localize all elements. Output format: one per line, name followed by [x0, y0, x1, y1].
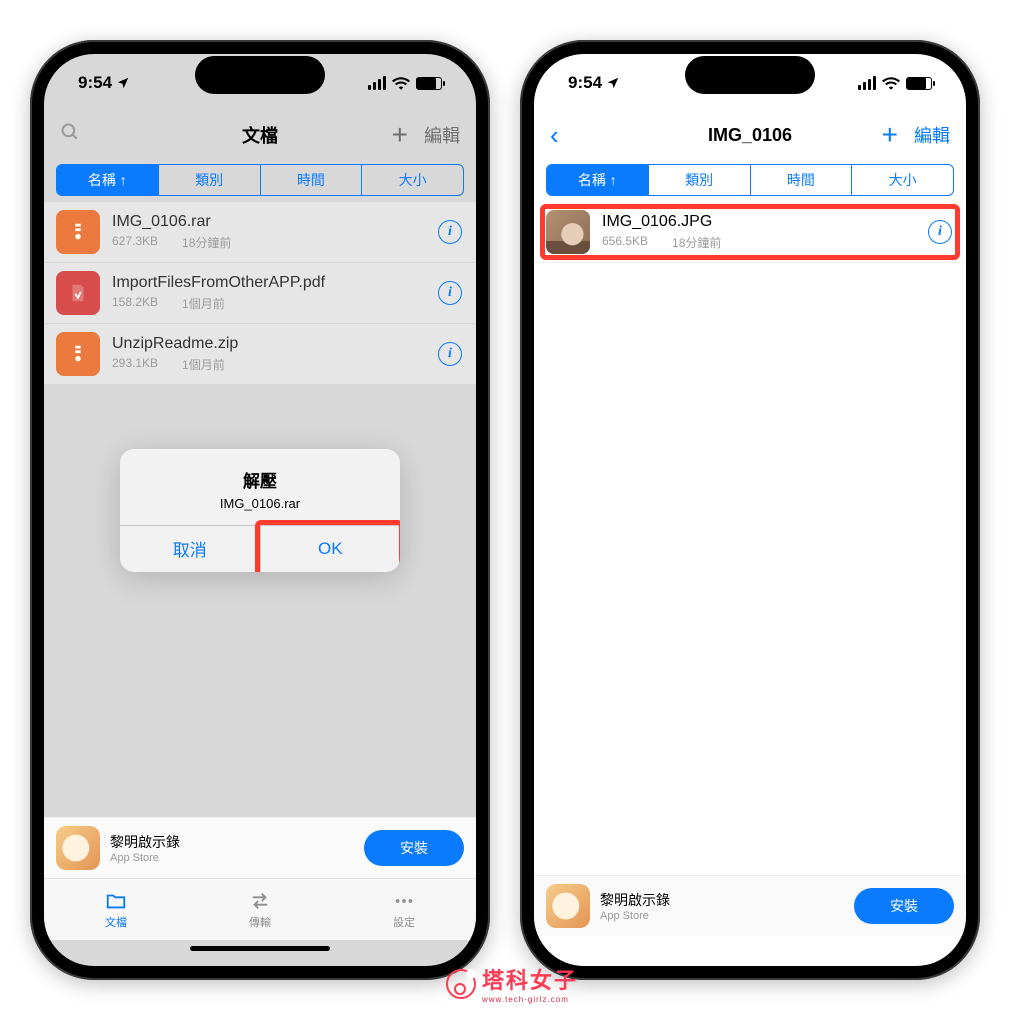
ad-banner[interactable]: 黎明啟示錄 App Store 安裝: [534, 875, 966, 936]
image-icon: [546, 210, 590, 254]
ad-thumb: [56, 826, 100, 870]
alert-ok-button[interactable]: OK: [261, 526, 401, 572]
file-when: 1個月前: [182, 356, 225, 373]
watermark: 塔科女子 www.tech-girlz.com: [446, 963, 578, 1004]
ad-sub: App Store: [110, 852, 354, 864]
tab-transfer[interactable]: 傳輸: [188, 879, 332, 940]
info-icon[interactable]: i: [438, 342, 462, 366]
ad-install-button[interactable]: 安裝: [364, 830, 464, 866]
file-size: 627.3KB: [112, 234, 158, 251]
alert-title: 解壓: [136, 467, 384, 492]
file-size: 158.2KB: [112, 295, 158, 312]
file-when: 18分鐘前: [672, 234, 721, 251]
watermark-sub: www.tech-girlz.com: [482, 995, 578, 1004]
watermark-icon: [446, 969, 476, 999]
status-right: [858, 76, 932, 90]
file-name: ImportFilesFromOtherAPP.pdf: [112, 274, 426, 292]
file-list: IMG_0106.JPG 656.5KB 18分鐘前 i: [534, 196, 966, 263]
info-icon[interactable]: i: [928, 220, 952, 244]
screen-right: 9:54 ‹ IMG_0106 + 編輯: [534, 54, 966, 966]
phone-right: 9:54 ‹ IMG_0106 + 編輯: [520, 40, 980, 980]
file-list: IMG_0106.rar 627.3KB 18分鐘前 i ImportFilesF…: [44, 196, 476, 385]
wifi-icon: [392, 76, 410, 90]
archive-icon: [56, 210, 100, 254]
file-when: 1個月前: [182, 295, 225, 312]
alert: 解壓 IMG_0106.rar 取消 OK: [120, 449, 400, 572]
seg-time[interactable]: 時間: [261, 165, 363, 195]
alert-cancel-button[interactable]: 取消: [120, 526, 261, 572]
add-button[interactable]: +: [882, 127, 898, 144]
seg-kind[interactable]: 類別: [159, 165, 261, 195]
location-icon: [116, 76, 130, 90]
status-time: 9:54: [568, 73, 602, 93]
notch: [685, 56, 815, 94]
notch: [195, 56, 325, 94]
file-row[interactable]: UnzipReadme.zip 293.1KB 1個月前 i: [44, 324, 476, 385]
edit-button[interactable]: 編輯: [914, 122, 950, 148]
search-icon[interactable]: [60, 122, 80, 148]
watermark-text: 塔科女子: [482, 968, 578, 993]
ad-sub: App Store: [600, 910, 844, 922]
tab-label: 設定: [393, 914, 415, 930]
file-row[interactable]: IMG_0106.rar 627.3KB 18分鐘前 i: [44, 202, 476, 263]
nav-bar: 文檔 + 編輯: [44, 112, 476, 158]
home-indicator[interactable]: [44, 940, 476, 966]
ad-thumb: [546, 884, 590, 928]
add-button[interactable]: +: [392, 127, 408, 144]
cellular-icon: [368, 76, 386, 90]
phone-left: 9:54 文檔 + 編輯: [30, 40, 490, 980]
cellular-icon: [858, 76, 876, 90]
seg-name[interactable]: 名稱 ↑: [547, 165, 649, 195]
alert-message: IMG_0106.rar: [136, 496, 384, 511]
tab-label: 文檔: [105, 914, 127, 930]
alert-ok-label: OK: [318, 539, 343, 559]
file-row[interactable]: IMG_0106.JPG 656.5KB 18分鐘前 i: [534, 202, 966, 263]
ad-title: 黎明啟示錄: [110, 832, 354, 852]
file-name: IMG_0106.rar: [112, 213, 426, 231]
file-size: 293.1KB: [112, 356, 158, 373]
info-icon[interactable]: i: [438, 281, 462, 305]
pdf-icon: [56, 271, 100, 315]
file-name: UnzipReadme.zip: [112, 335, 426, 353]
seg-name[interactable]: 名稱 ↑: [57, 165, 159, 195]
battery-icon: [416, 77, 442, 90]
wifi-icon: [882, 76, 900, 90]
status-right: [368, 76, 442, 90]
seg-kind[interactable]: 類別: [649, 165, 751, 195]
sort-segmented: 名稱 ↑ 類別 時間 大小: [546, 164, 954, 196]
tab-label: 傳輸: [249, 914, 271, 930]
edit-button[interactable]: 編輯: [424, 122, 460, 148]
seg-size[interactable]: 大小: [362, 165, 463, 195]
battery-icon: [906, 77, 932, 90]
location-icon: [606, 76, 620, 90]
sort-segmented: 名稱 ↑ 類別 時間 大小: [56, 164, 464, 196]
tab-settings[interactable]: 設定: [332, 879, 476, 940]
file-name: IMG_0106.JPG: [602, 213, 916, 231]
info-icon[interactable]: i: [438, 220, 462, 244]
file-row[interactable]: ImportFilesFromOtherAPP.pdf 158.2KB1個月前 …: [44, 263, 476, 324]
file-size: 656.5KB: [602, 234, 648, 251]
ad-banner[interactable]: 黎明啟示錄 App Store 安裝: [44, 817, 476, 878]
nav-bar: ‹ IMG_0106 + 編輯: [534, 112, 966, 158]
seg-size[interactable]: 大小: [852, 165, 953, 195]
back-button[interactable]: ‹: [550, 120, 559, 151]
archive-icon: [56, 332, 100, 376]
tab-docs[interactable]: 文檔: [44, 879, 188, 940]
tab-bar: 文檔 傳輸 設定: [44, 878, 476, 940]
ad-title: 黎明啟示錄: [600, 890, 844, 910]
screen-left: 9:54 文檔 + 編輯: [44, 54, 476, 966]
seg-time[interactable]: 時間: [751, 165, 853, 195]
ad-install-button[interactable]: 安裝: [854, 888, 954, 924]
status-time: 9:54: [78, 73, 112, 93]
file-when: 18分鐘前: [182, 234, 231, 251]
